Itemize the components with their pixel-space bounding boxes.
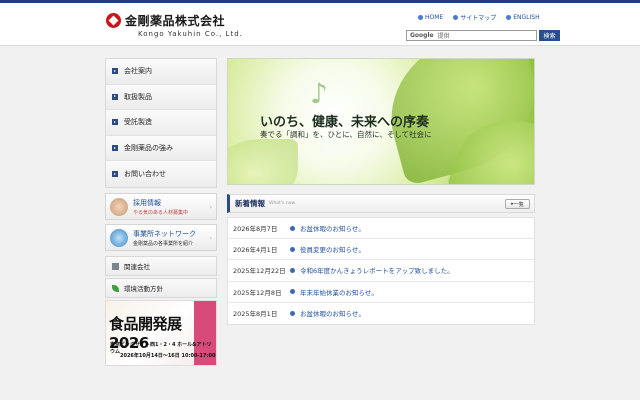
arrow-square-icon bbox=[112, 171, 118, 178]
leaf-decoration bbox=[228, 139, 298, 184]
news-link[interactable]: 令和6年度かんきょうレポートをアップ致しました。 bbox=[300, 265, 454, 275]
chevron-right-icon: › bbox=[209, 235, 212, 242]
globe-icon bbox=[110, 228, 128, 247]
arrow-square-icon bbox=[112, 93, 118, 100]
circle-arrow-icon bbox=[453, 15, 459, 20]
news-list-button[interactable]: ▸ 一覧 bbox=[505, 199, 530, 209]
news-header: 新着情報 What's new ▸ 一覧 bbox=[227, 194, 535, 213]
news-link[interactable]: お盆休暇のお知らせ。 bbox=[300, 308, 365, 318]
arrow-square-icon bbox=[112, 119, 118, 126]
home-link[interactable]: HOME bbox=[418, 13, 443, 22]
environment-policy-link[interactable]: 環境活動方針 bbox=[105, 278, 217, 298]
search-placeholder: 提供 bbox=[437, 33, 450, 40]
news-item: 2026年8月7日 お盆休暇のお知らせ。 bbox=[228, 218, 534, 240]
building-icon bbox=[112, 262, 119, 270]
person-icon bbox=[110, 197, 128, 216]
news-item: 2025年12月22日 令和6年度かんきょうレポートをアップ致しました。 bbox=[228, 260, 534, 282]
header-links: HOME サイトマップ ENGLISH bbox=[418, 13, 540, 22]
network-subtitle: 金剛薬品の各事業所を紹介 bbox=[133, 240, 194, 247]
network-banner[interactable]: 事業所ネットワーク 金剛薬品の各事業所を紹介 › bbox=[105, 224, 217, 251]
hero-title: いのち、健康、未来への序奏 bbox=[260, 115, 430, 130]
arrow-square-icon bbox=[112, 145, 118, 152]
arrow-square-icon bbox=[112, 68, 118, 75]
sidebar-item-company[interactable]: 会社案内 bbox=[106, 59, 216, 85]
news-list: 2026年8月7日 お盆休暇のお知らせ。 2026年4月1日 役員変更のお知らせ… bbox=[227, 217, 535, 325]
circle-arrow-icon bbox=[506, 15, 512, 20]
circle-arrow-icon bbox=[290, 289, 295, 295]
company-logo-icon[interactable] bbox=[106, 13, 121, 28]
recruit-subtitle: やる気のある人材募集中 bbox=[133, 209, 189, 216]
company-name-en: Kongo Yakuhin Co., Ltd. bbox=[138, 30, 243, 38]
news-date: 2025年12月8日 bbox=[233, 288, 282, 297]
circle-arrow-icon bbox=[290, 310, 295, 316]
expo-dates: 2026年10月14日～16日 10:00-17:00 bbox=[120, 353, 216, 359]
recruit-banner[interactable]: 採用情報 やる気のある人材募集中 › bbox=[105, 193, 217, 220]
english-link[interactable]: ENGLISH bbox=[506, 13, 540, 22]
google-brand-label: Google bbox=[410, 32, 434, 39]
news-date: 2026年4月1日 bbox=[233, 246, 278, 255]
sidebar-item-contact[interactable]: お問い合わせ bbox=[106, 161, 216, 187]
news-item: 2026年4月1日 役員変更のお知らせ。 bbox=[228, 239, 534, 261]
leaf-icon bbox=[112, 284, 119, 292]
sidebar-item-contract-manufacturing[interactable]: 受託製造 bbox=[106, 110, 216, 136]
recruit-title: 採用情報 bbox=[133, 198, 161, 207]
news-title: 新着情報 bbox=[235, 199, 265, 208]
news-item: 2025年8月1日 お盆休暇のお知らせ。 bbox=[228, 303, 534, 324]
hero-banner: ♪ いのち、健康、未来への序奏 奏でる「調和」を、ひとに、自然に、そして社会に bbox=[227, 58, 535, 185]
sidebar-item-strengths[interactable]: 金剛薬品の強み bbox=[106, 135, 216, 162]
circle-arrow-icon bbox=[418, 15, 423, 20]
expo-banner[interactable]: 食品開発展2026 東京ビッグサイト西1・2・4 ホール&アトリウム 2026年… bbox=[105, 300, 217, 366]
news-link[interactable]: 年末年始休業のお知らせ。 bbox=[300, 287, 378, 297]
circle-arrow-icon bbox=[290, 225, 295, 231]
search-input[interactable]: Google 提供 bbox=[406, 30, 537, 41]
chevron-right-icon: › bbox=[209, 204, 212, 211]
news-item: 2025年12月8日 年末年始休業のお知らせ。 bbox=[228, 282, 534, 303]
circle-arrow-icon bbox=[290, 267, 295, 273]
circle-arrow-icon bbox=[290, 246, 295, 252]
sitemap-link[interactable]: サイトマップ bbox=[453, 13, 496, 22]
news-title-en: What's new bbox=[269, 201, 296, 206]
news-date: 2025年12月22日 bbox=[233, 267, 286, 276]
news-link[interactable]: 役員変更のお知らせ。 bbox=[300, 244, 365, 254]
affiliates-link[interactable]: 関連会社 bbox=[105, 256, 217, 276]
news-date: 2026年8月7日 bbox=[233, 225, 278, 234]
news-date: 2025年8月1日 bbox=[233, 310, 278, 319]
hero-subtitle: 奏でる「調和」を、ひとに、自然に、そして社会に bbox=[260, 130, 432, 139]
sidebar-nav: 会社案内 取扱製品 受託製造 金剛薬品の強み お問い合わせ bbox=[105, 58, 217, 188]
network-title: 事業所ネットワーク bbox=[133, 229, 196, 238]
music-note-icon: ♪ bbox=[310, 77, 328, 110]
site-header: 金剛薬品株式会社 Kongo Yakuhin Co., Ltd. HOME サイ… bbox=[0, 3, 640, 46]
sidebar-item-products[interactable]: 取扱製品 bbox=[106, 84, 216, 111]
search-button[interactable]: 検索 bbox=[539, 30, 560, 41]
company-name[interactable]: 金剛薬品株式会社 bbox=[125, 12, 225, 29]
news-link[interactable]: お盆休暇のお知らせ。 bbox=[300, 223, 365, 233]
